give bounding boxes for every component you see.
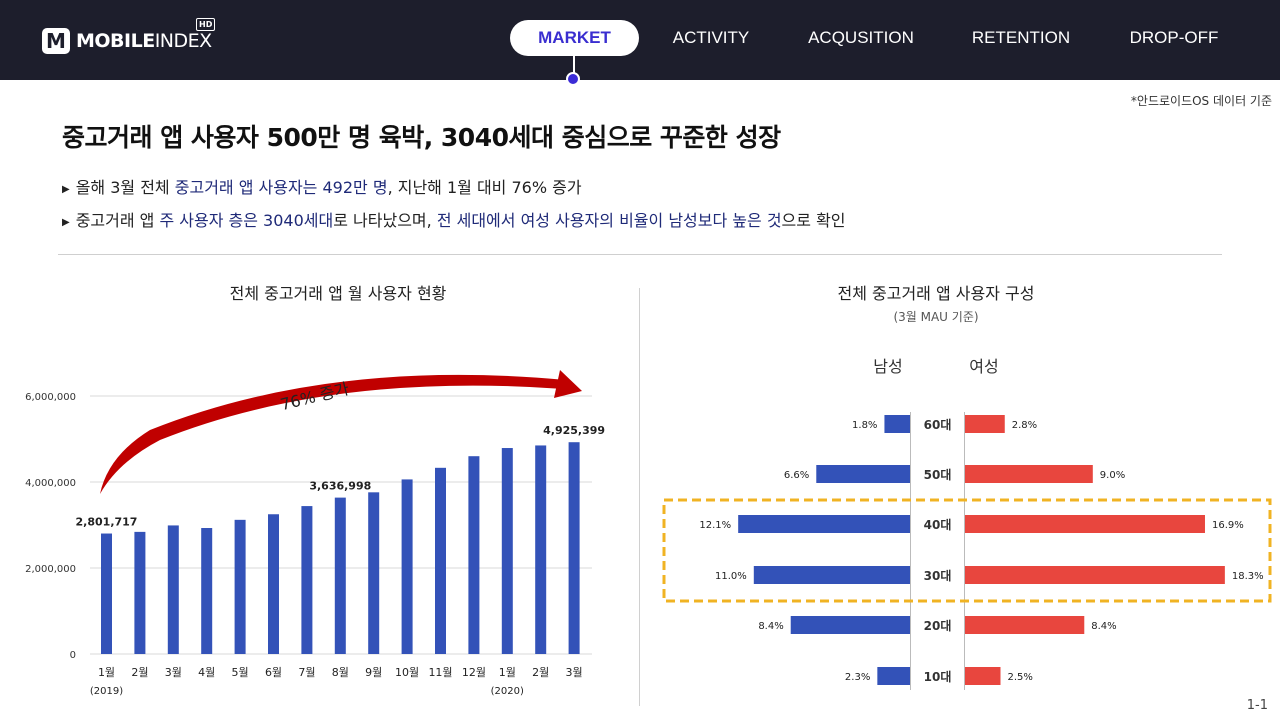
- bar-male: [738, 515, 910, 533]
- logo-text: MOBILEINDEX: [76, 30, 212, 52]
- y-tick-label: 6,000,000: [25, 392, 76, 403]
- bar: [368, 492, 380, 654]
- age-group-label: 40대: [924, 518, 952, 532]
- data-label-male: 8.4%: [758, 621, 783, 632]
- data-label-female: 2.5%: [1008, 672, 1033, 683]
- x-tick-label: 1월: [499, 666, 516, 679]
- series-label-female: 여성: [969, 357, 998, 376]
- bar-male: [884, 415, 910, 433]
- mau-chart-title: 전체 중고거래 앱 월 사용자 현황: [229, 284, 447, 303]
- data-label-male: 6.6%: [784, 470, 809, 481]
- x-tick-label: 1월: [98, 666, 115, 679]
- bar: [234, 519, 246, 654]
- bar-female: [965, 667, 1001, 685]
- mobileindex-logo[interactable]: M MOBILEINDEX HD: [42, 18, 216, 56]
- bar: [201, 528, 213, 654]
- bar-female: [965, 566, 1225, 584]
- page-headline: 중고거래 앱 사용자 500만 명 육박, 3040세대 중심으로 꾸준한 성장: [62, 123, 781, 152]
- x-tick-label: 6월: [265, 666, 282, 679]
- data-label: 3,636,998: [309, 480, 371, 493]
- bar: [535, 445, 547, 654]
- bar-male: [877, 667, 910, 685]
- data-label-female: 18.3%: [1232, 571, 1264, 582]
- nav-market[interactable]: MARKET: [510, 20, 639, 56]
- data-label-male: 11.0%: [715, 571, 747, 582]
- x-tick-label: 5월: [232, 666, 249, 679]
- growth-annotation: 76% 증가: [278, 379, 351, 414]
- age-group-label: 10대: [924, 670, 952, 684]
- x-tick-label: 3월: [165, 666, 182, 679]
- bullet-triangle-icon: ▶: [62, 184, 70, 195]
- data-label: 2,801,717: [76, 516, 138, 529]
- age-group-label: 20대: [924, 619, 952, 633]
- year-label: (2019): [90, 686, 123, 697]
- bar: [401, 479, 413, 654]
- bar: [301, 506, 313, 654]
- bar: [268, 514, 279, 654]
- nav-retention[interactable]: RETENTION: [955, 20, 1087, 56]
- x-tick-label: 7월: [298, 666, 315, 679]
- data-label-female: 16.9%: [1212, 520, 1244, 531]
- section-divider: [58, 254, 1222, 255]
- x-tick-label: 11월: [428, 666, 452, 679]
- bar: [334, 497, 346, 654]
- composition-chart-title: 전체 중고거래 앱 사용자 구성: [837, 284, 1035, 303]
- x-tick-label: 12월: [462, 666, 486, 679]
- bar-female: [965, 616, 1085, 634]
- x-tick-label: 10월: [395, 666, 419, 679]
- data-label-male: 1.8%: [852, 420, 877, 431]
- y-tick-label: 4,000,000: [25, 478, 76, 489]
- bar-male: [816, 465, 910, 483]
- bar: [134, 531, 146, 654]
- bar-male: [753, 566, 910, 584]
- data-source-note: *안드로이드OS 데이터 기준: [1130, 94, 1272, 108]
- bar: [435, 467, 446, 654]
- series-label-male: 남성: [873, 357, 902, 376]
- nav-drop-off[interactable]: DROP-OFF: [1115, 20, 1233, 56]
- bar: [167, 525, 179, 654]
- bar-female: [965, 515, 1205, 533]
- bar: [568, 442, 580, 654]
- x-tick-label: 2월: [131, 666, 148, 679]
- age-group-label: 30대: [924, 569, 952, 583]
- logo-mark-icon: M: [42, 28, 70, 54]
- composition-chart-subtitle: (3월 MAU 기준): [893, 310, 979, 324]
- data-label: 4,925,399: [543, 424, 605, 437]
- x-tick-label: 2월: [532, 666, 549, 679]
- bar: [501, 448, 513, 654]
- gender-age-butterfly-chart: 남성 여성 1.8% 2.8% 60대 6.6% 9.0% 50대 12.1% 16.9% 40대 1…: [662, 357, 1272, 690]
- bar-male: [790, 616, 910, 634]
- bar-female: [965, 415, 1005, 433]
- x-tick-label: 3월: [566, 666, 583, 679]
- summary-bullet-1: ▶ 올해 3월 전체 중고거래 앱 사용자는 492만 명, 지난해 1월 대비 …: [62, 178, 582, 197]
- summary-bullet-2: ▶ 중고거래 앱 주 사용자 층은 3040세대로 나타났으며, 전 세대에서 여…: [62, 211, 846, 230]
- x-tick-label: 9월: [365, 666, 382, 679]
- y-tick-label: 0: [70, 650, 76, 661]
- bullet-triangle-icon: ▶: [62, 217, 70, 228]
- top-navigation-bar: M MOBILEINDEX HD MARKET ACTIVITY ACQUSIT…: [0, 0, 1280, 80]
- age-group-label: 50대: [924, 468, 952, 482]
- bar: [101, 533, 112, 654]
- data-label-female: 9.0%: [1100, 470, 1125, 481]
- nav-activity[interactable]: ACTIVITY: [655, 20, 767, 56]
- logo-hd-badge: HD: [196, 18, 216, 31]
- age-group-label: 60대: [924, 418, 952, 432]
- data-label-female: 2.8%: [1012, 420, 1037, 431]
- data-label-male: 2.3%: [845, 672, 870, 683]
- monthly-users-bar-chart: 0 2,000,000 4,000,000 6,000,000 1월 2월 3월 4월 5월 6월…: [25, 370, 605, 697]
- active-indicator-dot: [566, 72, 580, 86]
- bar-female: [965, 465, 1093, 483]
- data-label-female: 8.4%: [1091, 621, 1116, 632]
- page-number: 1-1: [1246, 698, 1268, 713]
- year-label: (2020): [491, 686, 524, 697]
- data-label-male: 12.1%: [699, 520, 731, 531]
- x-tick-label: 4월: [198, 666, 215, 679]
- x-tick-label: 8월: [332, 666, 349, 679]
- growth-arrow-head: [554, 370, 582, 398]
- y-tick-label: 2,000,000: [25, 564, 76, 575]
- bar: [468, 456, 480, 654]
- nav-acqusition[interactable]: ACQUSITION: [795, 20, 927, 56]
